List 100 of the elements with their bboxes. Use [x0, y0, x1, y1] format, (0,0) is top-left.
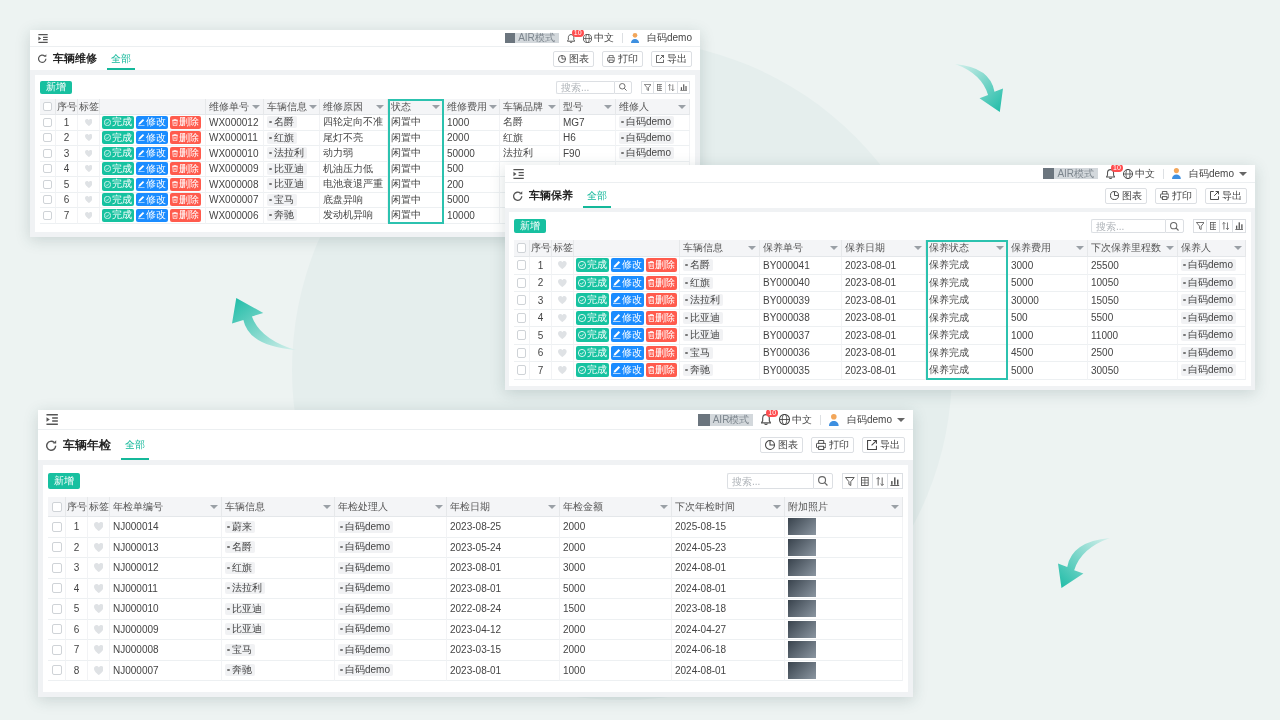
checkbox[interactable] — [43, 133, 52, 143]
column-header[interactable]: 年检单编号 — [110, 497, 222, 517]
complete-button[interactable]: 完成 — [576, 258, 609, 273]
column-header[interactable]: 保养状态 — [926, 240, 1008, 257]
heart-icon[interactable] — [558, 313, 567, 322]
heart-icon[interactable] — [84, 149, 93, 157]
column-header[interactable]: 保养单号 — [760, 240, 842, 257]
edit-button[interactable]: 修改 — [136, 193, 168, 207]
edit-button[interactable]: 修改 — [136, 162, 168, 176]
checkbox[interactable] — [517, 330, 526, 341]
edit-button[interactable]: 修改 — [136, 131, 168, 145]
export-button[interactable]: 导出 — [862, 437, 905, 453]
heart-icon[interactable] — [93, 604, 104, 614]
language-button[interactable]: 中文 — [582, 32, 614, 44]
delete-button[interactable]: 删除 — [169, 177, 201, 191]
delete-button[interactable]: 删除 — [169, 131, 201, 145]
checkbox[interactable] — [43, 195, 52, 205]
user-menu[interactable]: 白码demo — [647, 32, 692, 44]
complete-button[interactable]: 完成 — [576, 275, 609, 290]
checkbox[interactable] — [43, 148, 52, 158]
heart-icon[interactable] — [558, 366, 567, 375]
search-field[interactable]: 搜索... — [556, 80, 614, 94]
heart-icon[interactable] — [93, 645, 104, 655]
checkbox[interactable] — [43, 210, 52, 220]
export-button[interactable]: 导出 — [1205, 187, 1247, 204]
search-field[interactable]: 搜索... — [727, 473, 813, 489]
chart-button[interactable]: 图表 — [759, 437, 803, 453]
heart-icon[interactable] — [558, 278, 567, 287]
bar-chart-button[interactable] — [677, 80, 690, 94]
edit-button[interactable]: 修改 — [611, 275, 644, 290]
checkbox[interactable] — [517, 347, 526, 358]
complete-button[interactable]: 完成 — [102, 131, 134, 145]
bell-icon[interactable] — [1106, 168, 1116, 179]
heart-icon[interactable] — [84, 196, 93, 204]
checkbox[interactable] — [51, 521, 62, 532]
edit-button[interactable]: 修改 — [611, 363, 644, 378]
refresh-icon[interactable] — [46, 439, 57, 451]
language-button[interactable]: 中文 — [1123, 167, 1156, 180]
delete-button[interactable]: 删除 — [645, 258, 678, 273]
bar-chart-button[interactable] — [1232, 219, 1246, 233]
export-button[interactable]: 导出 — [651, 50, 692, 67]
checkbox[interactable] — [51, 624, 62, 635]
edit-button[interactable]: 修改 — [611, 258, 644, 273]
mode-switch[interactable]: AIR模式 — [1043, 168, 1099, 179]
column-header[interactable]: 车辆信息 — [264, 99, 320, 115]
menu-icon[interactable] — [38, 33, 49, 43]
print-button[interactable]: 打印 — [1154, 187, 1197, 204]
checkbox[interactable] — [51, 644, 62, 655]
add-button[interactable]: 新增 — [514, 219, 546, 233]
heart-icon[interactable] — [93, 563, 104, 573]
column-header[interactable]: 车辆信息 — [680, 240, 760, 257]
checkbox[interactable] — [517, 260, 526, 271]
checkbox[interactable] — [51, 542, 62, 553]
refresh-icon[interactable] — [38, 54, 47, 63]
checkbox[interactable] — [51, 562, 62, 573]
checkbox[interactable] — [51, 501, 62, 512]
checkbox[interactable] — [43, 179, 52, 189]
delete-button[interactable]: 删除 — [645, 363, 678, 378]
search-button[interactable] — [614, 80, 632, 94]
delete-button[interactable]: 删除 — [169, 193, 201, 207]
column-header[interactable]: 年检日期 — [447, 497, 560, 517]
delete-button[interactable]: 删除 — [645, 310, 678, 325]
complete-button[interactable]: 完成 — [576, 310, 609, 325]
checkbox[interactable] — [517, 277, 526, 288]
column-header[interactable]: 车辆品牌 — [500, 99, 560, 115]
complete-button[interactable]: 完成 — [102, 115, 134, 129]
language-button[interactable]: 中文 — [779, 413, 813, 426]
print-button[interactable]: 打印 — [601, 50, 643, 67]
complete-button[interactable]: 完成 — [102, 146, 134, 160]
edit-button[interactable]: 修改 — [136, 208, 168, 222]
column-header[interactable]: 维修原因 — [320, 99, 388, 115]
complete-button[interactable]: 完成 — [102, 208, 134, 222]
column-header[interactable]: 车辆信息 — [222, 497, 335, 517]
checkbox[interactable] — [51, 583, 62, 594]
column-header[interactable]: 附加照片 — [785, 497, 903, 517]
refresh-icon[interactable] — [513, 190, 523, 201]
menu-icon[interactable] — [46, 414, 59, 425]
edit-button[interactable]: 修改 — [611, 310, 644, 325]
column-header[interactable]: 维修单号 — [206, 99, 264, 115]
delete-button[interactable]: 删除 — [645, 328, 678, 343]
grid-button[interactable] — [1206, 219, 1220, 233]
print-button[interactable]: 打印 — [810, 437, 854, 453]
edit-button[interactable]: 修改 — [611, 328, 644, 343]
complete-button[interactable]: 完成 — [576, 345, 609, 360]
checkbox[interactable] — [517, 295, 526, 306]
delete-button[interactable]: 删除 — [169, 162, 201, 176]
checkbox[interactable] — [517, 365, 526, 376]
delete-button[interactable]: 删除 — [169, 115, 201, 129]
chart-button[interactable]: 图表 — [552, 50, 594, 67]
column-header[interactable]: 保养人 — [1178, 240, 1246, 257]
delete-button[interactable]: 删除 — [169, 208, 201, 222]
sort-button[interactable] — [1219, 219, 1233, 233]
heart-icon[interactable] — [558, 261, 567, 270]
heart-icon[interactable] — [84, 180, 93, 188]
delete-button[interactable]: 删除 — [645, 275, 678, 290]
column-header[interactable]: 下次保养里程数 — [1088, 240, 1178, 257]
checkbox[interactable] — [43, 117, 52, 127]
user-menu[interactable]: 白码demo — [1189, 167, 1247, 180]
chart-button[interactable]: 图表 — [1104, 187, 1147, 204]
column-header[interactable]: 维修费用 — [444, 99, 500, 115]
